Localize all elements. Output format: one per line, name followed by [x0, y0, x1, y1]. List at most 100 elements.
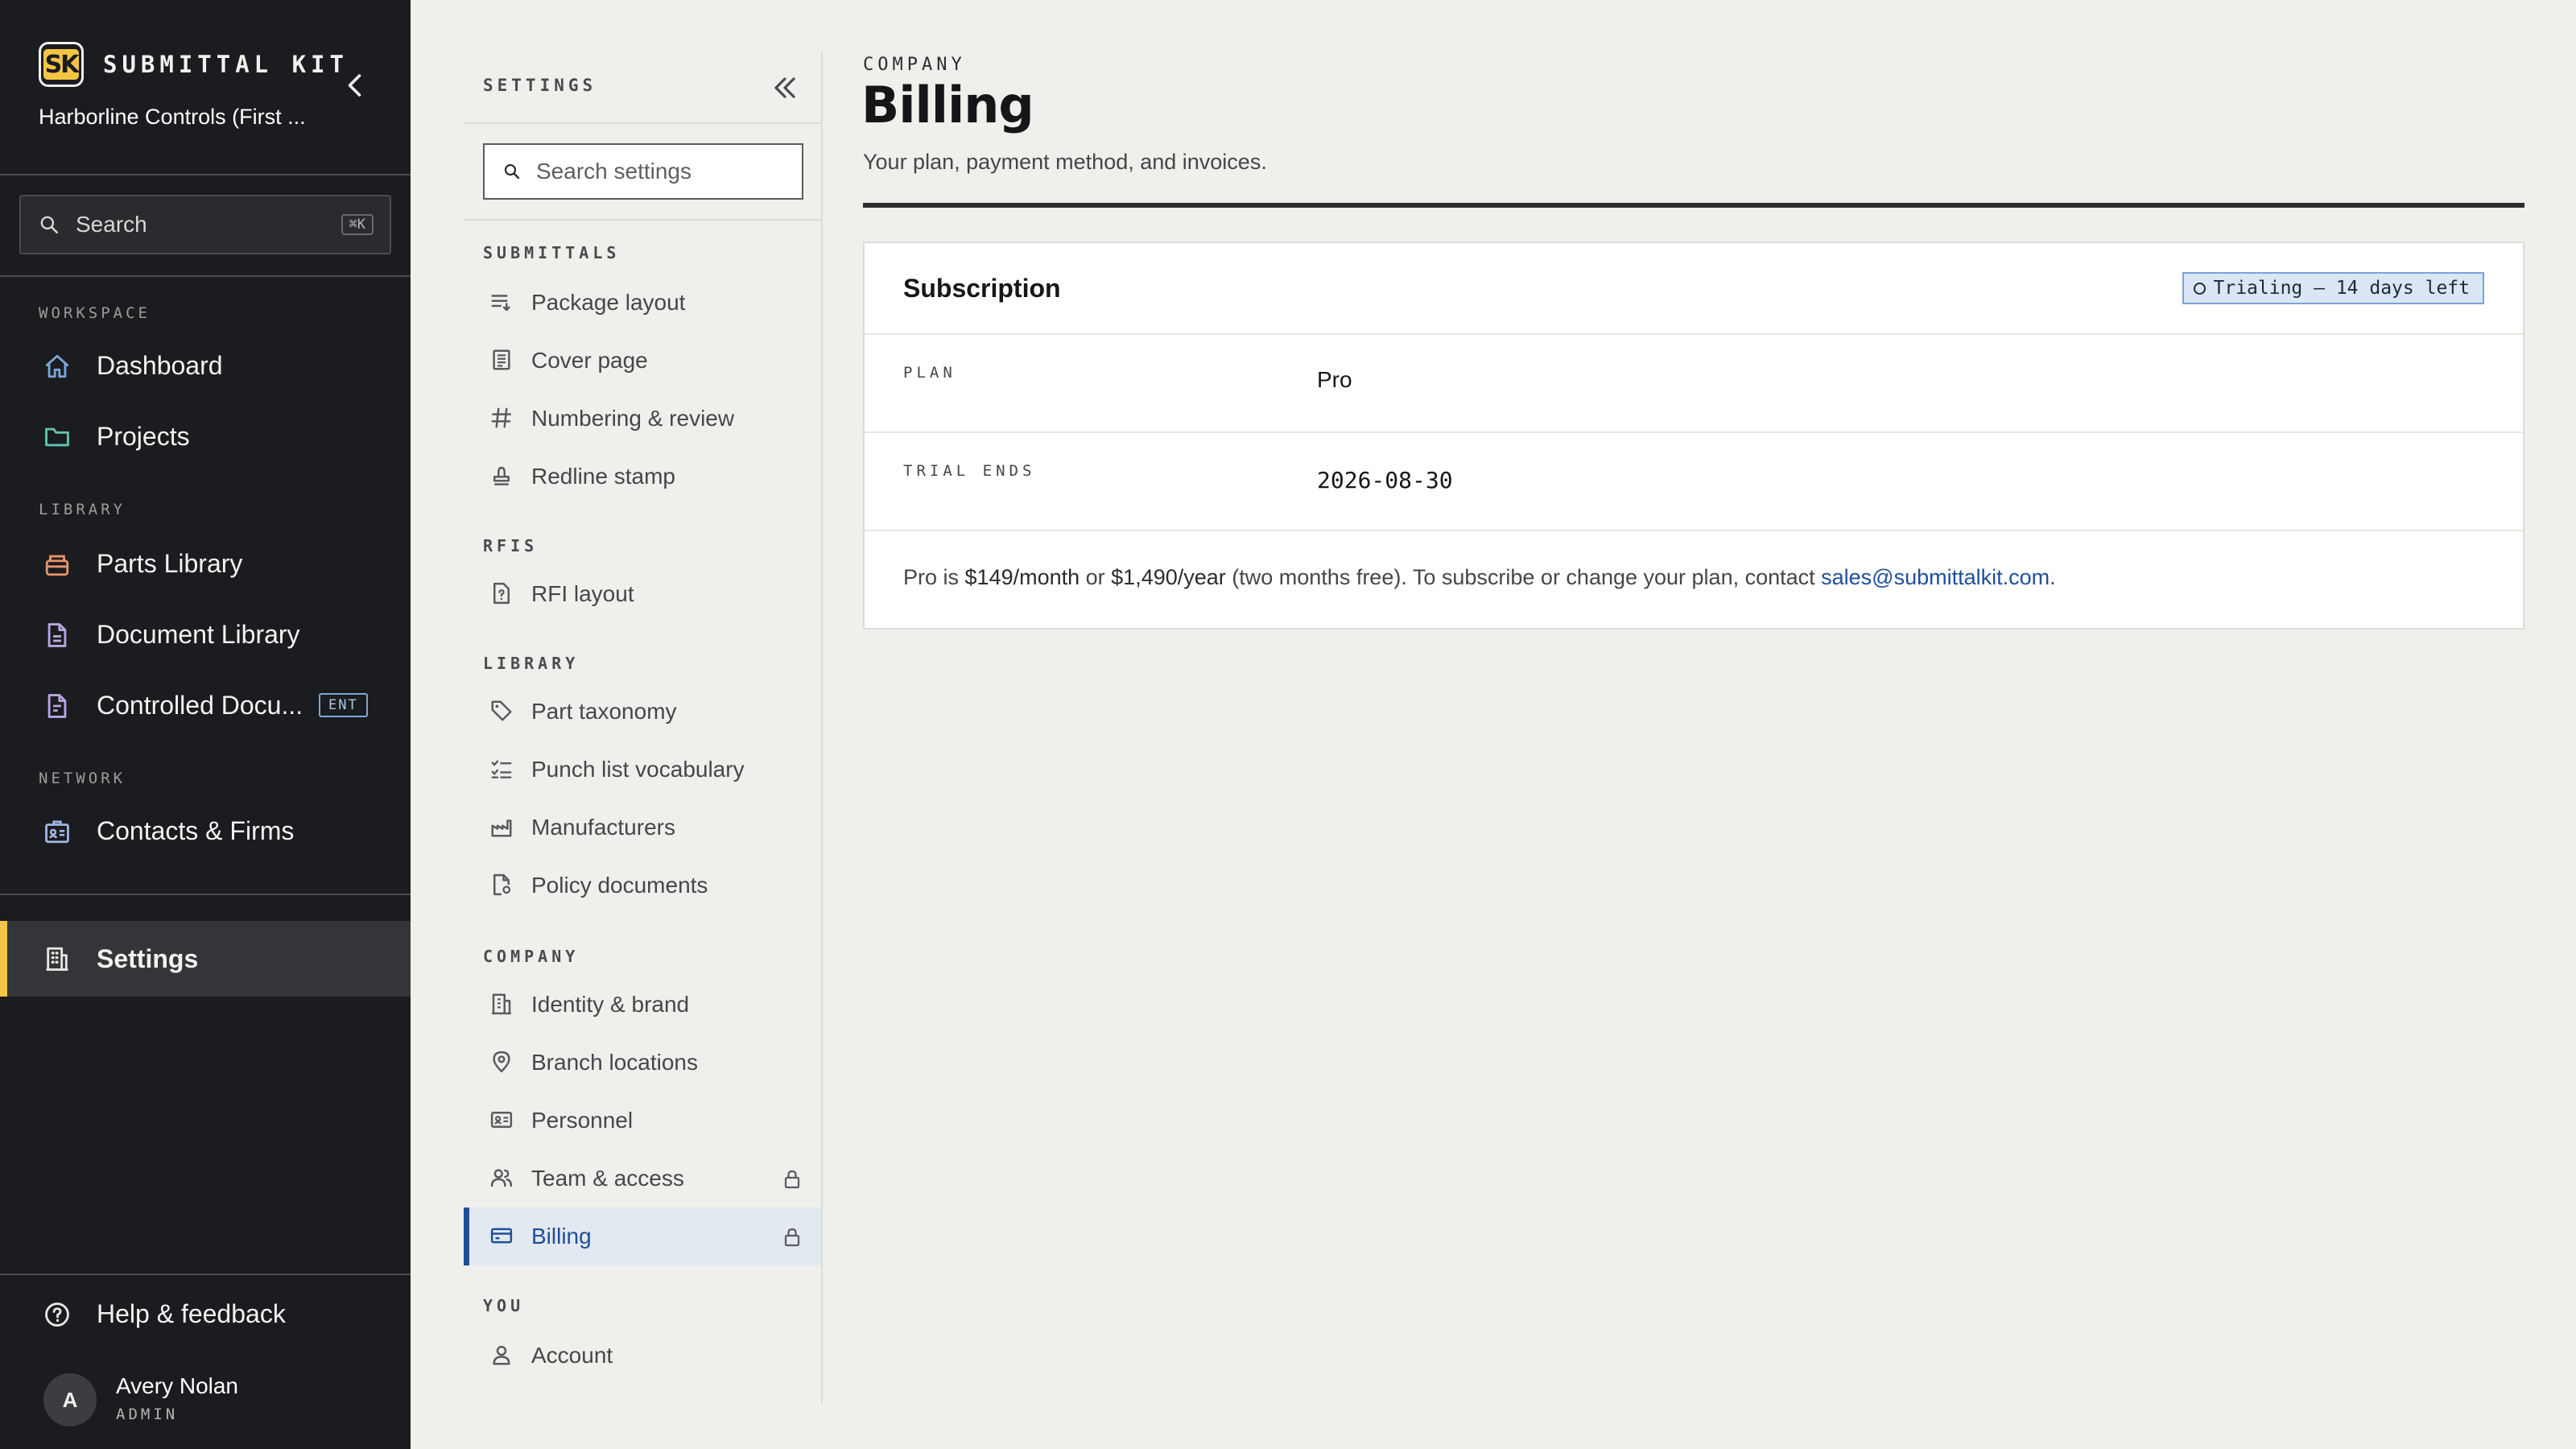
settings-nav-title: SETTINGS [483, 76, 597, 95]
document-icon [47, 623, 67, 647]
nav-item-label: Team & access [531, 1166, 684, 1191]
collapse-nav-icon[interactable] [770, 72, 800, 103]
plan-value: Pro [1317, 367, 1352, 392]
section-company: COMPANY [483, 947, 580, 966]
sidebar-item-label: Parts Library [97, 548, 243, 578]
sidebar-item-projects[interactable]: Projects [0, 404, 411, 469]
user-name: Avery Nolan [116, 1373, 239, 1398]
settings-search-input[interactable] [535, 158, 795, 185]
search-label: Search [76, 212, 147, 237]
building-icon [492, 993, 511, 1015]
company-switcher[interactable]: Harborline Controls (First ... [39, 105, 306, 130]
nav-item-policy-documents[interactable]: Policy documents [464, 857, 821, 914]
status-badge-label: Trialing — 14 days left [2213, 278, 2471, 299]
credit-card-icon [490, 1228, 513, 1244]
sidebar-item-label: Document Library [97, 619, 300, 649]
section-library: LIBRARY [39, 501, 126, 518]
sidebar-item-dashboard[interactable]: Dashboard [0, 333, 411, 398]
nav-item-cover-page[interactable]: Cover page [464, 332, 821, 390]
nav-item-punch-list-vocabulary[interactable]: Punch list vocabulary [464, 741, 821, 799]
nav-item-label: Policy documents [531, 873, 708, 898]
nav-item-package-layout[interactable]: Package layout [464, 274, 821, 332]
avatar[interactable]: A [43, 1373, 97, 1426]
settings-nav: SETTINGS SUBMITTALS Package layout Cover… [464, 52, 823, 1404]
logo-mark: SK [43, 49, 79, 80]
sidebar-item-label: Help & feedback [97, 1298, 286, 1328]
checklist-icon [491, 760, 512, 778]
settings-search[interactable] [483, 143, 803, 200]
divider [0, 894, 411, 895]
nav-item-label: Personnel [531, 1108, 634, 1133]
page-title: Billing [861, 76, 1034, 134]
search-shortcut: ⌘K [341, 214, 374, 235]
list-order-icon [491, 295, 510, 312]
user-role: ADMIN [116, 1406, 179, 1423]
nav-item-label: RFI layout [531, 581, 634, 606]
nav-item-label: Part taxonomy [531, 699, 677, 724]
nav-item-label: Numbering & review [531, 406, 735, 431]
nav-item-label: Punch list vocabulary [531, 757, 745, 782]
global-search[interactable]: Search ⌘K [19, 195, 391, 254]
divider [464, 122, 821, 124]
nav-item-label: Billing [531, 1224, 592, 1249]
note-text: . [2050, 565, 2056, 589]
sidebar-item-document-library[interactable]: Document Library [0, 602, 411, 667]
subscription-card: Subscription Trialing — 14 days left PLA… [863, 242, 2524, 630]
page-icon [493, 349, 510, 370]
status-dot-icon [2193, 282, 2206, 295]
folder-icon [45, 427, 69, 447]
nav-item-account[interactable]: Account [464, 1327, 821, 1385]
sales-email-link[interactable]: sales@submittalkit.com [1821, 565, 2050, 589]
nav-item-part-taxonomy[interactable]: Part taxonomy [464, 683, 821, 741]
nav-item-label: Account [531, 1343, 613, 1368]
divider [0, 1274, 411, 1275]
sidebar-item-controlled-documents[interactable]: Controlled Docu... ENT [0, 673, 411, 737]
home-icon [45, 354, 69, 378]
breadcrumb: COMPANY [863, 55, 966, 75]
note-text: or [1080, 565, 1112, 589]
active-indicator [0, 921, 7, 997]
controlled-document-icon [47, 694, 67, 718]
active-indicator [464, 1208, 469, 1265]
nav-item-billing[interactable]: Billing [464, 1208, 821, 1265]
tag-icon [491, 700, 512, 721]
nav-item-rfi-layout[interactable]: RFI layout [464, 565, 821, 623]
title-rule [863, 203, 2524, 208]
logo: SK [39, 42, 84, 87]
divider [0, 174, 411, 175]
nav-item-branch-locations[interactable]: Branch locations [464, 1034, 821, 1092]
nav-item-numbering-review[interactable]: Numbering & review [464, 390, 821, 448]
brand-name: SUBMITTAL KIT [103, 51, 349, 78]
contacts-icon [45, 820, 69, 844]
collapse-sidebar-icon[interactable] [341, 71, 370, 100]
brand[interactable]: SK SUBMITTAL KIT [39, 40, 349, 89]
lock-icon [784, 1170, 800, 1189]
sidebar-item-contacts[interactable]: Contacts & Firms [0, 799, 411, 863]
sidebar-item-help[interactable]: Help & feedback [0, 1282, 411, 1346]
divider [821, 52, 823, 1404]
note-text: (two months free). To subscribe or chang… [1225, 565, 1822, 589]
sidebar-item-parts-library[interactable]: Parts Library [0, 531, 411, 596]
search-icon [40, 216, 59, 234]
status-badge: Trialing — 14 days left [2182, 272, 2484, 304]
page-subtitle: Your plan, payment method, and invoices. [863, 150, 1267, 174]
nav-item-redline-stamp[interactable]: Redline stamp [464, 448, 821, 506]
factory-icon [491, 819, 512, 837]
users-icon [490, 1169, 513, 1187]
id-card-icon [490, 1112, 513, 1128]
note-text: Pro is [903, 565, 965, 589]
nav-item-team-access[interactable]: Team & access [464, 1150, 821, 1208]
plan-row: PLAN Pro [865, 333, 2523, 433]
building-icon [46, 947, 68, 971]
nav-item-personnel[interactable]: Personnel [464, 1092, 821, 1150]
sidebar-item-label: Projects [97, 421, 190, 451]
trial-ends-value: 2026-08-30 [1317, 467, 1453, 493]
sidebar-item-label: Controlled Docu... [97, 690, 303, 720]
sidebar-item-settings[interactable]: Settings [0, 921, 411, 997]
policy-document-icon [493, 873, 511, 896]
section-rfis: RFIS [483, 536, 539, 555]
nav-item-label: Branch locations [531, 1050, 699, 1075]
monthly-price: $149/month [964, 565, 1080, 589]
nav-item-identity-brand[interactable]: Identity & brand [464, 976, 821, 1034]
nav-item-manufacturers[interactable]: Manufacturers [464, 799, 821, 857]
